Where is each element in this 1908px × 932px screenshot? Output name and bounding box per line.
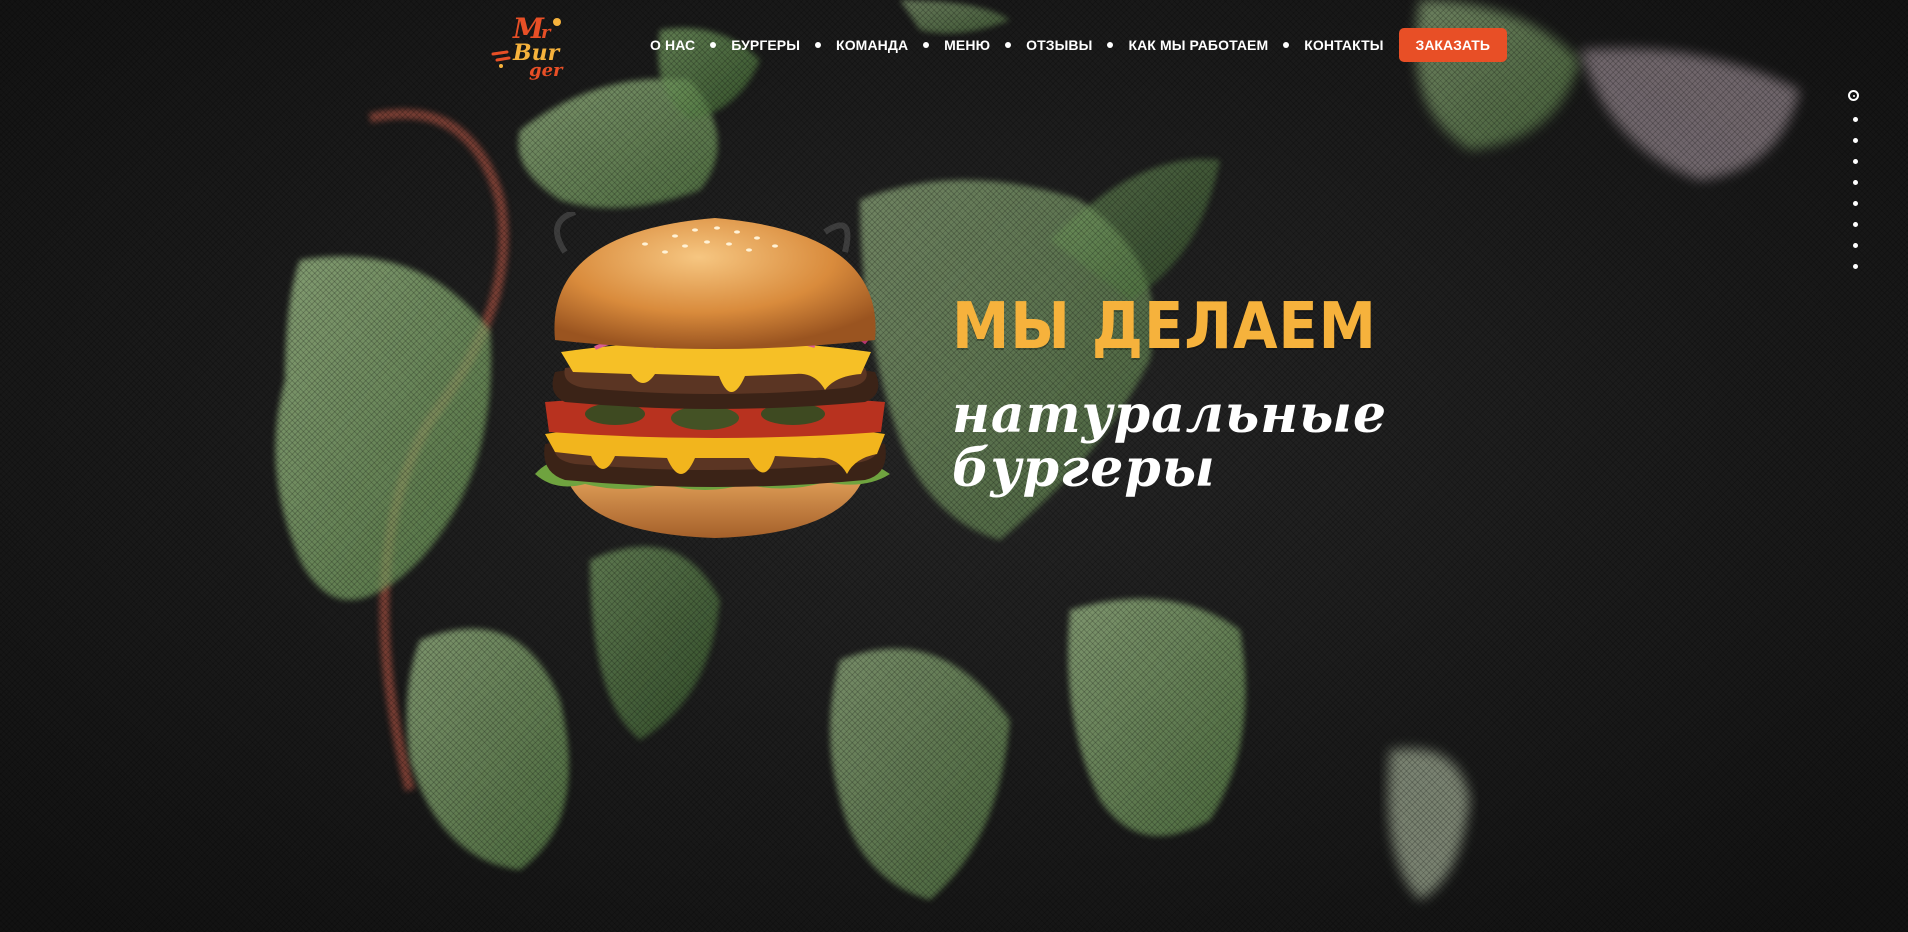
pagination-dot[interactable] <box>1853 117 1858 122</box>
hero-headline: МЫ ДЕЛАЕМ <box>952 290 1377 364</box>
nav-link-menu[interactable]: МЕНЮ <box>944 37 990 53</box>
main-nav: О НАС БУРГЕРЫ КОМАНДА МЕНЮ ОТЗЫВЫ КАК МЫ… <box>650 28 1507 62</box>
site-header: M r Bur ger О НАС БУРГЕРЫ КОМАНДА МЕНЮ О… <box>0 0 1908 90</box>
pagination-dot[interactable] <box>1853 159 1858 164</box>
svg-text:ger: ger <box>529 60 564 80</box>
burger-image <box>535 212 890 538</box>
nav-link-contacts[interactable]: КОНТАКТЫ <box>1304 37 1383 53</box>
pagination-dot[interactable] <box>1853 264 1858 269</box>
nav-separator <box>1107 42 1114 48</box>
nav-link-team[interactable]: КОМАНДА <box>836 37 908 53</box>
nav-separator <box>710 42 717 48</box>
pagination-dot[interactable] <box>1853 243 1858 248</box>
pagination-dot-active[interactable] <box>1848 90 1859 101</box>
brand-logo[interactable]: M r Bur ger <box>487 8 577 80</box>
hero-subline-line-2: бургеры <box>952 438 1216 499</box>
nav-separator <box>1283 42 1290 48</box>
pagination-dot[interactable] <box>1853 138 1858 143</box>
nav-separator <box>815 42 822 48</box>
hero-subline: натуральные бургеры <box>952 384 1388 499</box>
order-button[interactable]: ЗАКАЗАТЬ <box>1398 28 1507 62</box>
pagination-dot[interactable] <box>1853 180 1858 185</box>
nav-link-how-we-work[interactable]: КАК МЫ РАБОТАЕМ <box>1128 37 1268 53</box>
nav-separator <box>923 42 930 48</box>
pagination-dot[interactable] <box>1853 201 1858 206</box>
pagination-dot[interactable] <box>1853 222 1858 227</box>
nav-link-burgers[interactable]: БУРГЕРЫ <box>731 37 800 53</box>
hero-subline-line-1: натуральные <box>952 384 1388 445</box>
nav-link-about[interactable]: О НАС <box>650 37 695 53</box>
nav-separator <box>1005 42 1012 48</box>
nav-link-reviews[interactable]: ОТЗЫВЫ <box>1026 37 1092 53</box>
